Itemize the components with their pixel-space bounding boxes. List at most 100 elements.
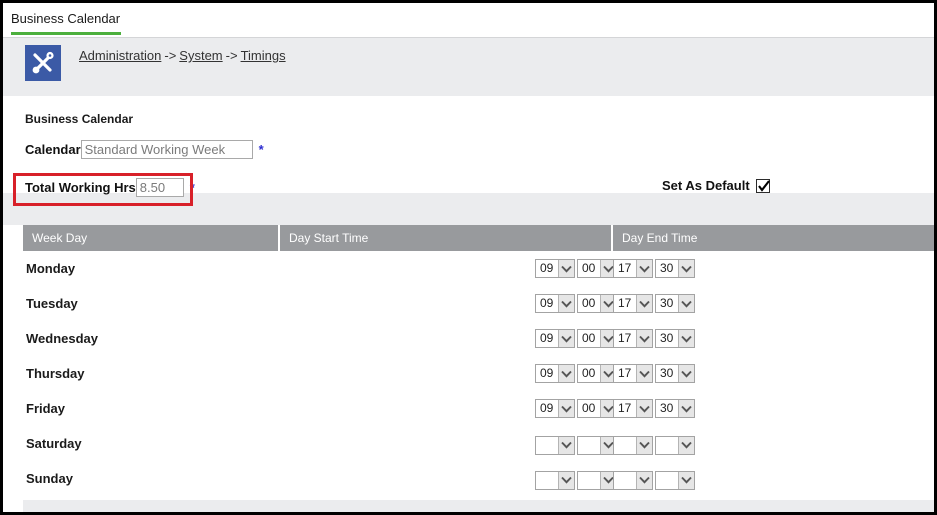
start-minute-select[interactable]: 00 [577, 364, 617, 383]
chevron-down-icon [678, 260, 694, 277]
end-minute-select[interactable]: 30 [655, 259, 695, 278]
day-end-time-cell: 17 30 [613, 364, 932, 383]
chevron-down-icon [636, 330, 652, 347]
start-minute-select[interactable]: 00 [577, 294, 617, 313]
chevron-down-icon [558, 260, 574, 277]
calendar-required-marker: * [258, 142, 264, 157]
day-end-time-cell: 17 30 [613, 329, 932, 348]
end-hour-select[interactable]: 17 [613, 294, 653, 313]
table-body: Monday 09 00 17 30 Tuesday 09 00 17 30 Wednesday 09… [23, 251, 934, 496]
start-hour-select[interactable]: 09 [535, 399, 575, 418]
start-time-group: 09 00 [535, 294, 619, 313]
start-time-group [535, 435, 619, 455]
column-header-day-end-time: Day End Time [622, 231, 698, 245]
end-time-group: 17 30 [613, 329, 697, 348]
tab-strip: Business Calendar [3, 3, 934, 35]
end-hour-select[interactable] [613, 435, 653, 455]
chevron-down-icon [558, 471, 574, 489]
start-minute-select[interactable]: 00 [577, 329, 617, 348]
calendar-field-row: Calendar * [25, 140, 264, 159]
start-hour-select[interactable]: 09 [535, 329, 575, 348]
day-end-time-cell [613, 432, 932, 455]
chevron-down-icon [558, 400, 574, 417]
week-day-cell: Monday [26, 261, 76, 276]
check-icon [757, 179, 770, 192]
start-hour-select[interactable]: 09 [535, 294, 575, 313]
end-hour-select[interactable]: 17 [613, 259, 653, 278]
table-footer-band [23, 500, 934, 512]
breadcrumb: Administration -> System -> Timings [79, 48, 286, 63]
start-time-group: 09 00 [535, 259, 619, 278]
tools-icon [25, 45, 61, 81]
day-start-time-cell: 09 00 [280, 294, 617, 313]
day-start-time-cell: 09 00 [280, 329, 617, 348]
end-minute-select[interactable]: 30 [655, 399, 695, 418]
table-row: Friday 09 00 17 30 [23, 391, 934, 426]
end-minute-select[interactable] [655, 470, 695, 490]
chevron-down-icon [678, 471, 694, 489]
week-schedule-table: Week Day Day Start Time Day End Time Mon… [23, 225, 934, 512]
start-minute-select[interactable] [577, 470, 617, 490]
total-working-hours-field-row: Total Working Hrs * [25, 178, 195, 197]
chevron-down-icon [678, 400, 694, 417]
end-hour-select[interactable]: 17 [613, 399, 653, 418]
start-hour-select[interactable] [535, 470, 575, 490]
day-start-time-cell: 09 00 [280, 399, 617, 418]
start-hour-select[interactable] [535, 435, 575, 455]
breadcrumb-item-administration[interactable]: Administration [79, 48, 161, 63]
chevron-down-icon [558, 365, 574, 382]
end-hour-select[interactable]: 17 [613, 364, 653, 383]
day-start-time-cell: 09 00 [280, 259, 617, 278]
table-header-row: Week Day Day Start Time Day End Time [23, 225, 934, 251]
breadcrumb-bar: Administration -> System -> Timings [3, 37, 934, 96]
total-working-hours-input[interactable] [135, 178, 184, 197]
chevron-down-icon [636, 471, 652, 489]
end-minute-select[interactable]: 30 [655, 364, 695, 383]
week-day-cell: Thursday [26, 366, 85, 381]
start-minute-select[interactable] [577, 435, 617, 455]
tab-business-calendar[interactable]: Business Calendar [11, 7, 121, 35]
end-time-group: 17 30 [613, 399, 697, 418]
start-time-group: 09 00 [535, 329, 619, 348]
chevron-down-icon [636, 436, 652, 454]
end-minute-select[interactable]: 30 [655, 294, 695, 313]
calendar-input[interactable] [80, 140, 253, 159]
chevron-down-icon [558, 436, 574, 454]
chevron-down-icon [678, 436, 694, 454]
day-end-time-cell: 17 30 [613, 294, 932, 313]
start-hour-select[interactable]: 09 [535, 259, 575, 278]
start-time-group: 09 00 [535, 399, 619, 418]
column-header-day-start-time: Day Start Time [280, 225, 613, 251]
end-minute-select[interactable] [655, 435, 695, 455]
chevron-down-icon [636, 295, 652, 312]
chevron-down-icon [678, 295, 694, 312]
end-hour-select[interactable] [613, 470, 653, 490]
set-as-default-field-row: Set As Default [662, 178, 770, 193]
table-row: Saturday [23, 426, 934, 461]
breadcrumb-item-timings[interactable]: Timings [241, 48, 286, 63]
start-hour-select[interactable]: 09 [535, 364, 575, 383]
day-end-time-cell: 17 30 [613, 399, 932, 418]
set-as-default-checkbox[interactable] [755, 178, 770, 193]
week-day-cell: Tuesday [26, 296, 78, 311]
start-minute-select[interactable]: 00 [577, 399, 617, 418]
total-working-hours-label: Total Working Hrs [25, 180, 136, 195]
calendar-label: Calendar [25, 142, 81, 157]
breadcrumb-separator: -> [164, 48, 177, 63]
day-end-time-cell [613, 467, 932, 490]
end-time-group: 17 30 [613, 294, 697, 313]
chevron-down-icon [558, 330, 574, 347]
chevron-down-icon [678, 365, 694, 382]
set-as-default-label: Set As Default [662, 178, 750, 193]
column-header-week-day: Week Day [23, 225, 280, 251]
breadcrumb-item-system[interactable]: System [179, 48, 222, 63]
end-time-group [613, 435, 697, 455]
business-calendar-screen: Business Calendar Administration -> System… [0, 0, 937, 515]
start-minute-select[interactable]: 00 [577, 259, 617, 278]
start-time-group [535, 470, 619, 490]
table-row: Monday 09 00 17 30 [23, 251, 934, 286]
end-hour-select[interactable]: 17 [613, 329, 653, 348]
end-minute-select[interactable]: 30 [655, 329, 695, 348]
chevron-down-icon [636, 260, 652, 277]
week-day-cell: Saturday [26, 436, 82, 451]
